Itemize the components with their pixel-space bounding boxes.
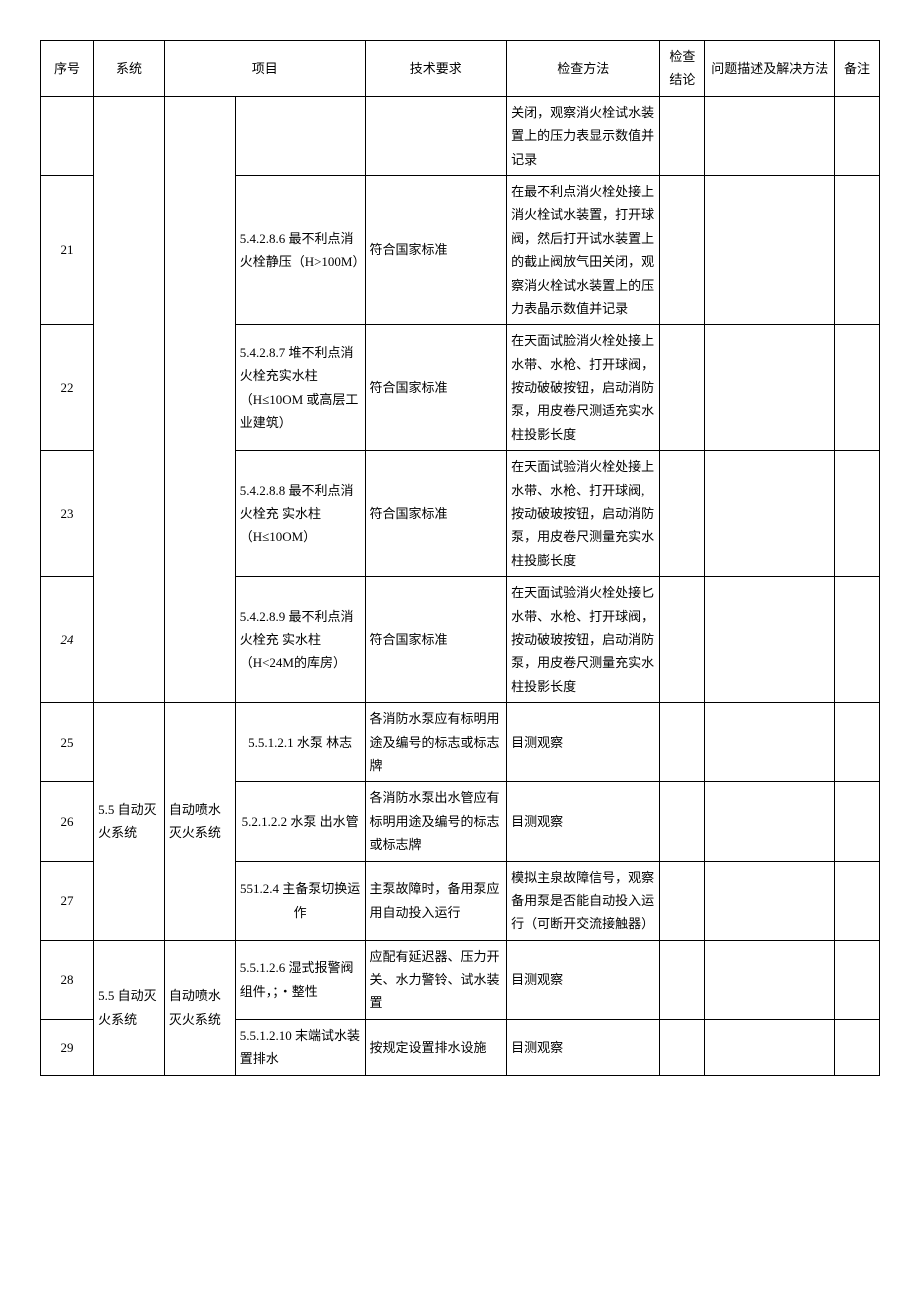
cell-desc (705, 325, 835, 451)
cell-sys: 5.5 自动灭火系统 (94, 940, 165, 1075)
cell-method: 关闭，观察消火栓试水装置上的压力表显示数值并记录 (507, 96, 660, 175)
col-sys: 系统 (94, 41, 165, 97)
cell-note (835, 325, 880, 451)
cell-seq: 22 (41, 325, 94, 451)
col-result: 检查结论 (660, 41, 705, 97)
cell-method: 目测观察 (507, 703, 660, 782)
cell-note (835, 861, 880, 940)
col-seq: 序号 (41, 41, 94, 97)
cell-desc (705, 175, 835, 324)
cell-result (660, 940, 705, 1019)
cell-desc (705, 577, 835, 703)
cell-sys (94, 96, 165, 702)
cell-desc (705, 1019, 835, 1075)
cell-result (660, 96, 705, 175)
cell-seq: 23 (41, 451, 94, 577)
cell-result (660, 325, 705, 451)
cell-item: 5.4.2.8.9 最不利点消火栓充 实水柱（H<24M的库房） (235, 577, 365, 703)
cell-req: 符合国家标准 (365, 577, 507, 703)
cell-note (835, 940, 880, 1019)
cell-note (835, 782, 880, 861)
cell-note (835, 703, 880, 782)
table-row: 28 5.5 自动灭火系统 自动喷水灭火系统 5.5.1.2.6 湿式报警阀组件… (41, 940, 880, 1019)
cell-note (835, 96, 880, 175)
cell-result (660, 1019, 705, 1075)
cell-item (235, 96, 365, 175)
cell-req: 应配有延迟器、压力开关、水力警铃、试水装置 (365, 940, 507, 1019)
cell-sys: 5.5 自动灭火系统 (94, 703, 165, 941)
inspection-table: 序号 系统 项目 技术要求 检查方法 检查结论 问题描述及解决方法 备注 关闭，… (40, 40, 880, 1076)
cell-desc (705, 782, 835, 861)
cell-req: 主泵故障时，备用泵应用自动投入运行 (365, 861, 507, 940)
col-req: 技术要求 (365, 41, 507, 97)
col-item: 项目 (164, 41, 365, 97)
cell-req: 符合国家标准 (365, 175, 507, 324)
cell-item: 5.4.2.8.8 最不利点消火栓充 实水柱（H≤10OM） (235, 451, 365, 577)
col-note: 备注 (835, 41, 880, 97)
cell-method: 在天面试验消火栓处接匕水带、水枪、打开球阀，按动破玻按钮，启动消防泵，用皮卷尺测… (507, 577, 660, 703)
cell-seq: 28 (41, 940, 94, 1019)
cell-sub (164, 96, 235, 702)
table-row: 25 5.5 自动灭火系统 自动喷水灭火系统 5.5.1.2.1 水泵 林志 各… (41, 703, 880, 782)
col-desc: 问题描述及解决方法 (705, 41, 835, 97)
cell-method: 在最不利点消火栓处接上消火栓试水装置，打开球阀，然后打开试水装置上的截止阀放气田… (507, 175, 660, 324)
cell-item: 5.2.1.2.2 水泵 出水管 (235, 782, 365, 861)
cell-req: 符合国家标准 (365, 451, 507, 577)
cell-req (365, 96, 507, 175)
cell-item: 5.5.1.2.6 湿式报警阀组件，；・整性 (235, 940, 365, 1019)
cell-result (660, 451, 705, 577)
cell-method: 模拟主泉故障信号，观察备用泵是否能自动投入运行（可断开交流接触器） (507, 861, 660, 940)
cell-item: 5.4.2.8.6 最不利点消火栓静压（H>100M） (235, 175, 365, 324)
cell-method: 在天面试脸消火栓处接上水带、水枪、打开球阀，按动破破按钮，启动消防泵，用皮卷尺测… (507, 325, 660, 451)
cell-sub: 自动喷水灭火系统 (164, 703, 235, 941)
cell-note (835, 175, 880, 324)
cell-req: 各消防水泵出水管应有标明用途及编号的标志或标志牌 (365, 782, 507, 861)
cell-result (660, 861, 705, 940)
cell-result (660, 703, 705, 782)
cell-seq: 29 (41, 1019, 94, 1075)
cell-method: 目测观察 (507, 1019, 660, 1075)
cell-result (660, 577, 705, 703)
cell-note (835, 577, 880, 703)
header-row: 序号 系统 项目 技术要求 检查方法 检查结论 问题描述及解决方法 备注 (41, 41, 880, 97)
cell-result (660, 782, 705, 861)
cell-note (835, 1019, 880, 1075)
cell-req: 按规定设置排水设施 (365, 1019, 507, 1075)
cell-method: 目测观察 (507, 782, 660, 861)
cell-req: 各消防水泵应有标明用途及编号的标志或标志牌 (365, 703, 507, 782)
cell-seq (41, 96, 94, 175)
cell-seq: 26 (41, 782, 94, 861)
cell-method: 目测观察 (507, 940, 660, 1019)
cell-sub: 自动喷水灭火系统 (164, 940, 235, 1075)
cell-seq: 24 (41, 577, 94, 703)
cell-item: 5.4.2.8.7 堆不利点消火栓充实水柱（H≤10OM 或高层工业建筑） (235, 325, 365, 451)
cell-item: 551.2.4 主备泵切换运作 (235, 861, 365, 940)
cell-desc (705, 861, 835, 940)
cell-seq: 21 (41, 175, 94, 324)
cell-seq: 27 (41, 861, 94, 940)
cell-desc (705, 703, 835, 782)
cell-item: 5.5.1.2.10 末端试水装置排水 (235, 1019, 365, 1075)
cell-seq: 25 (41, 703, 94, 782)
cell-note (835, 451, 880, 577)
table-row: 关闭，观察消火栓试水装置上的压力表显示数值并记录 (41, 96, 880, 175)
cell-req: 符合国家标准 (365, 325, 507, 451)
cell-desc (705, 940, 835, 1019)
cell-item: 5.5.1.2.1 水泵 林志 (235, 703, 365, 782)
cell-result (660, 175, 705, 324)
cell-desc (705, 451, 835, 577)
cell-method: 在天面试验消火栓处接上水带、水枪、打开球阀, 按动破玻按钮，启动消防泵，用皮卷尺… (507, 451, 660, 577)
cell-desc (705, 96, 835, 175)
col-method: 检查方法 (507, 41, 660, 97)
